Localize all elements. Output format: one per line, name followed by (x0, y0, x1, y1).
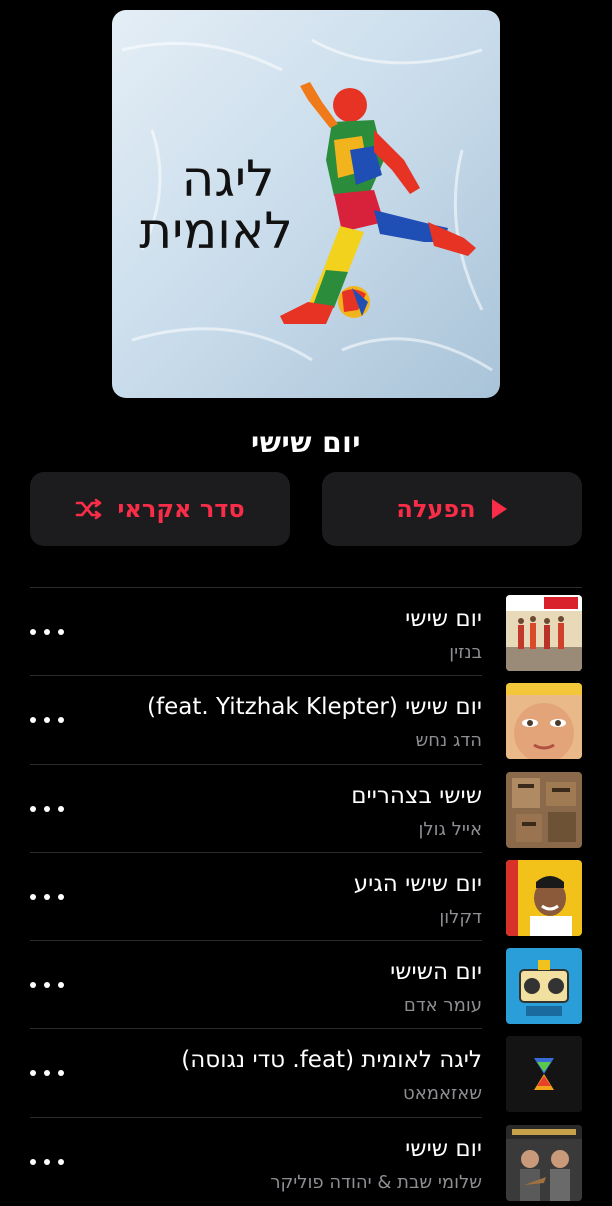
track-artwork (506, 683, 582, 760)
more-icon[interactable] (30, 1067, 64, 1079)
track-title: יום שישי (405, 1135, 482, 1162)
playlist-title: יום שישי (250, 426, 362, 459)
more-icon[interactable] (30, 803, 64, 815)
track-artwork (506, 771, 582, 848)
track-artwork (506, 595, 582, 671)
track-row[interactable]: יום שישי (feat. Yitzhak Klepter) הדג נחש (0, 676, 612, 765)
more-icon[interactable] (30, 626, 64, 638)
shuffle-button-label: סדר אקראי (117, 495, 245, 523)
track-artist: אייל גולן (418, 818, 483, 840)
play-icon (490, 498, 508, 520)
cover-text-line2: לאומית (139, 202, 292, 260)
track-row[interactable]: ליגה לאומית (feat. טדי נגוסה) שאזאמאט (0, 1029, 612, 1118)
track-artwork (506, 1036, 582, 1113)
track-title: יום שישי (feat. Yitzhak Klepter) (147, 694, 482, 721)
shuffle-button[interactable]: סדר אקראי (30, 472, 290, 546)
playlist-cover-art: ליגה לאומית (112, 10, 500, 398)
more-icon[interactable] (30, 979, 64, 991)
track-title: יום השישי (390, 959, 482, 986)
track-row[interactable]: יום השישי עומר אדם (0, 941, 612, 1030)
track-row[interactable]: יום שישי בנזין (0, 588, 612, 677)
track-artist: עומר אדם (403, 995, 482, 1017)
track-artist: שאזאמאט (403, 1083, 482, 1105)
track-title: ליגה לאומית (feat. טדי נגוסה) (181, 1047, 482, 1074)
more-icon[interactable] (30, 1156, 64, 1168)
track-artist: דקלון (439, 906, 482, 928)
play-button-label: הפעלה (396, 495, 476, 523)
track-title: יום שישי (405, 606, 482, 632)
more-icon[interactable] (30, 891, 64, 903)
track-row[interactable]: יום שישי שלומי שבת & יהודה פוליקר (0, 1118, 612, 1206)
track-list: יום שישי בנזין יום שישי (feat. Yitzhak K… (0, 588, 612, 1206)
track-row[interactable]: יום שישי הגיע דקלון (0, 853, 612, 942)
play-button[interactable]: הפעלה (322, 472, 582, 546)
cover-text-line1: ליגה (182, 150, 275, 208)
track-row[interactable]: שישי בצהריים אייל גולן (0, 765, 612, 853)
track-title: יום שישי הגיע (353, 870, 482, 897)
track-title: שישי בצהריים (351, 782, 482, 809)
track-artwork (506, 859, 582, 936)
track-artist: בנזין (449, 642, 482, 663)
track-artist: הדג נחש (415, 730, 482, 752)
shuffle-icon (75, 498, 103, 520)
track-artwork (506, 948, 582, 1025)
more-icon[interactable] (30, 714, 64, 726)
track-artist: שלומי שבת & יהודה פוליקר (270, 1171, 482, 1193)
track-artwork (506, 1124, 582, 1201)
